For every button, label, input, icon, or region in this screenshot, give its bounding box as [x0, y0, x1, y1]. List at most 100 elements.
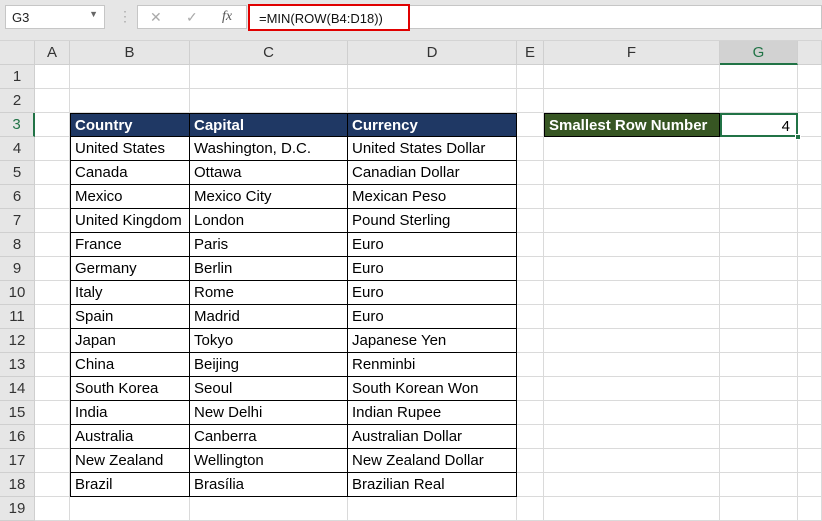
cell-F12[interactable]	[544, 329, 720, 353]
cell-C5[interactable]: Ottawa	[190, 161, 348, 185]
column-header-H[interactable]	[798, 41, 822, 65]
cell-B18[interactable]: Brazil	[70, 473, 190, 497]
cell-C1[interactable]	[190, 65, 348, 89]
row-header-2[interactable]: 2	[0, 89, 35, 113]
row-header-14[interactable]: 14	[0, 377, 35, 401]
cell-A19[interactable]	[35, 497, 70, 521]
cell-B7[interactable]: United Kingdom	[70, 209, 190, 233]
cell-D8[interactable]: Euro	[348, 233, 517, 257]
cell-E16[interactable]	[517, 425, 544, 449]
cell-D15[interactable]: Indian Rupee	[348, 401, 517, 425]
cell-E5[interactable]	[517, 161, 544, 185]
cell-C10[interactable]: Rome	[190, 281, 348, 305]
chevron-down-icon[interactable]: ▼	[89, 9, 98, 19]
cell-A10[interactable]	[35, 281, 70, 305]
cell-A2[interactable]	[35, 89, 70, 113]
cell-E9[interactable]	[517, 257, 544, 281]
cell-A14[interactable]	[35, 377, 70, 401]
cell-D13[interactable]: Renminbi	[348, 353, 517, 377]
cell-D6[interactable]: Mexican Peso	[348, 185, 517, 209]
cell-F4[interactable]	[544, 137, 720, 161]
cell-C17[interactable]: Wellington	[190, 449, 348, 473]
cell-A1[interactable]	[35, 65, 70, 89]
cell-B10[interactable]: Italy	[70, 281, 190, 305]
cell-D11[interactable]: Euro	[348, 305, 517, 329]
cell-A15[interactable]	[35, 401, 70, 425]
cell-D19[interactable]	[348, 497, 517, 521]
cell-B9[interactable]: Germany	[70, 257, 190, 281]
cell-B8[interactable]: France	[70, 233, 190, 257]
cell-C4[interactable]: Washington, D.C.	[190, 137, 348, 161]
column-header-E[interactable]: E	[517, 41, 544, 65]
result-label[interactable]: Smallest Row Number	[544, 113, 720, 137]
cell-E2[interactable]	[517, 89, 544, 113]
cell-A5[interactable]	[35, 161, 70, 185]
column-header-C[interactable]: C	[190, 41, 348, 65]
cell-D2[interactable]	[348, 89, 517, 113]
cell-H4[interactable]	[798, 137, 822, 161]
cell-H18[interactable]	[798, 473, 822, 497]
cell-G5[interactable]	[720, 161, 798, 185]
row-header-16[interactable]: 16	[0, 425, 35, 449]
row-header-5[interactable]: 5	[0, 161, 35, 185]
select-all-corner[interactable]	[0, 41, 35, 65]
row-header-6[interactable]: 6	[0, 185, 35, 209]
cell-E19[interactable]	[517, 497, 544, 521]
cell-B14[interactable]: South Korea	[70, 377, 190, 401]
cell-G7[interactable]	[720, 209, 798, 233]
cell-E11[interactable]	[517, 305, 544, 329]
cell-F13[interactable]	[544, 353, 720, 377]
cell-F6[interactable]	[544, 185, 720, 209]
cell-E4[interactable]	[517, 137, 544, 161]
cell-B12[interactable]: Japan	[70, 329, 190, 353]
cell-F17[interactable]	[544, 449, 720, 473]
cell-H10[interactable]	[798, 281, 822, 305]
cell-B6[interactable]: Mexico	[70, 185, 190, 209]
cell-B13[interactable]: China	[70, 353, 190, 377]
cell-E17[interactable]	[517, 449, 544, 473]
cell-H6[interactable]	[798, 185, 822, 209]
cell-F16[interactable]	[544, 425, 720, 449]
cell-H19[interactable]	[798, 497, 822, 521]
cell-B4[interactable]: United States	[70, 137, 190, 161]
row-header-8[interactable]: 8	[0, 233, 35, 257]
row-header-7[interactable]: 7	[0, 209, 35, 233]
cell-A4[interactable]	[35, 137, 70, 161]
cell-B3[interactable]: Country	[70, 113, 190, 137]
cell-F11[interactable]	[544, 305, 720, 329]
cell-G11[interactable]	[720, 305, 798, 329]
cell-E14[interactable]	[517, 377, 544, 401]
cell-H15[interactable]	[798, 401, 822, 425]
cell-A3[interactable]	[35, 113, 70, 137]
cell-F5[interactable]	[544, 161, 720, 185]
insert-function-icon[interactable]: fx	[222, 9, 232, 25]
cell-H14[interactable]	[798, 377, 822, 401]
cell-C8[interactable]: Paris	[190, 233, 348, 257]
cell-D18[interactable]: Brazilian Real	[348, 473, 517, 497]
cell-F9[interactable]	[544, 257, 720, 281]
drag-handle-icon[interactable]: ⋮	[118, 8, 132, 25]
cell-H8[interactable]	[798, 233, 822, 257]
row-header-11[interactable]: 11	[0, 305, 35, 329]
cell-D17[interactable]: New Zealand Dollar	[348, 449, 517, 473]
cell-D10[interactable]: Euro	[348, 281, 517, 305]
cell-E15[interactable]	[517, 401, 544, 425]
cell-C3[interactable]: Capital	[190, 113, 348, 137]
cell-F1[interactable]	[544, 65, 720, 89]
cell-G17[interactable]	[720, 449, 798, 473]
cell-D1[interactable]	[348, 65, 517, 89]
cancel-icon[interactable]: ✕	[150, 9, 162, 26]
cell-G13[interactable]	[720, 353, 798, 377]
row-header-15[interactable]: 15	[0, 401, 35, 425]
fill-handle[interactable]	[795, 134, 801, 140]
cell-A11[interactable]	[35, 305, 70, 329]
cell-H12[interactable]	[798, 329, 822, 353]
cell-C15[interactable]: New Delhi	[190, 401, 348, 425]
cell-F18[interactable]	[544, 473, 720, 497]
cell-C16[interactable]: Canberra	[190, 425, 348, 449]
row-header-3[interactable]: 3	[0, 113, 35, 137]
cell-B17[interactable]: New Zealand	[70, 449, 190, 473]
cell-G12[interactable]	[720, 329, 798, 353]
cell-A18[interactable]	[35, 473, 70, 497]
row-header-18[interactable]: 18	[0, 473, 35, 497]
